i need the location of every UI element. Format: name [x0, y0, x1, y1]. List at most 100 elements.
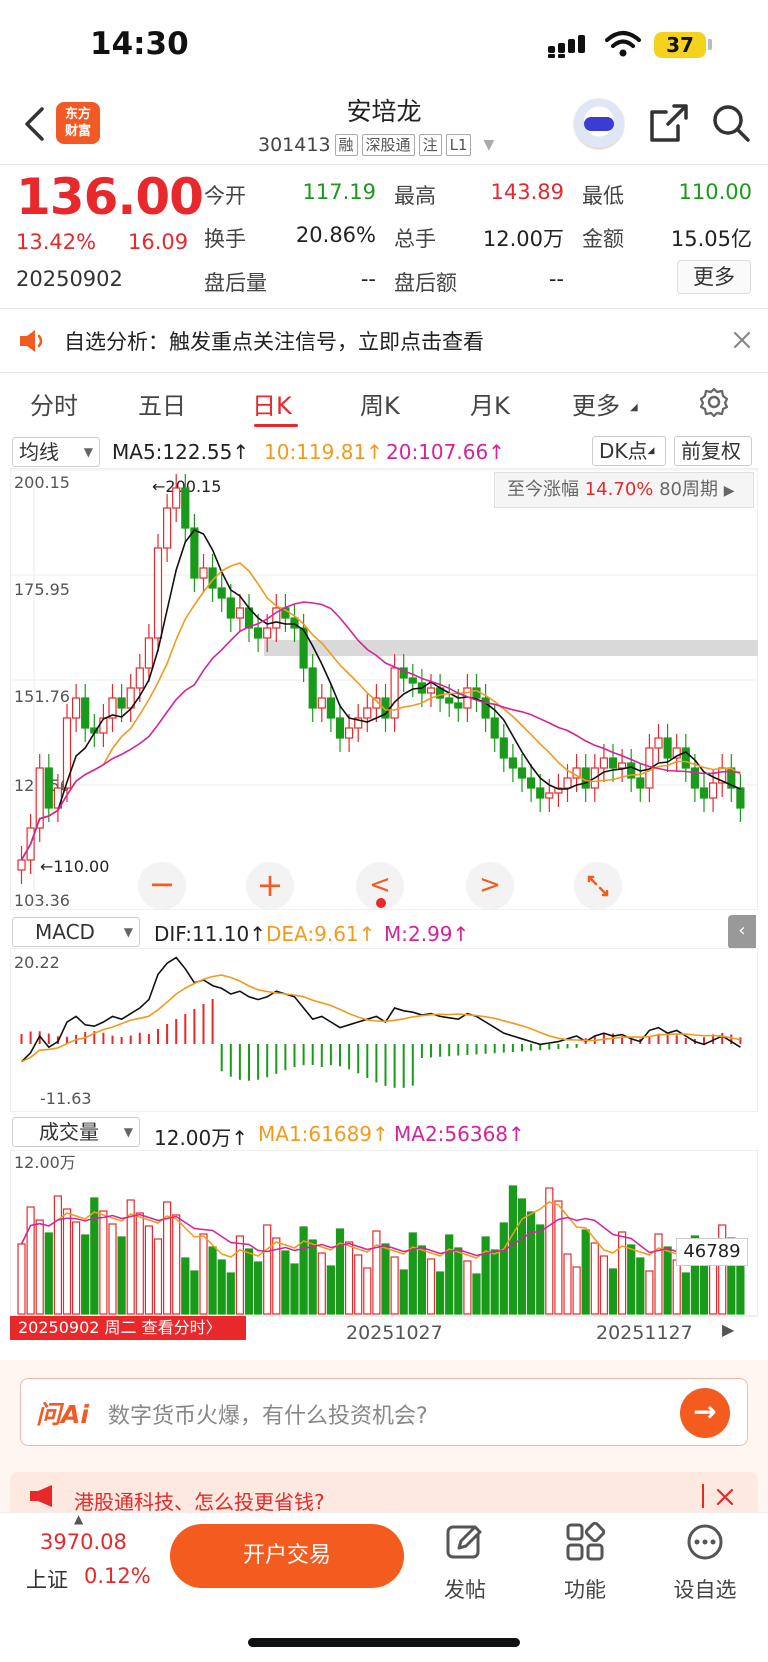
volume-bar: [363, 1267, 372, 1315]
candle-body: [445, 697, 454, 704]
stock-code-row[interactable]: 301413 融 深股通 注 L1 ▼: [258, 134, 494, 156]
macd-y-top: 20.22: [14, 953, 60, 972]
search-icon[interactable]: [710, 102, 752, 144]
volume-bar: [26, 1206, 35, 1315]
expand-icon: [587, 875, 609, 897]
volume-chart[interactable]: 12.00万: [10, 1150, 758, 1318]
volume-bar: [90, 1197, 99, 1315]
grid-icon: [566, 1521, 606, 1561]
date-tag[interactable]: 20250902 周二 查看分时〉: [10, 1316, 246, 1340]
candle-body: [472, 687, 481, 699]
promo-separator: [702, 1484, 704, 1508]
dk-point-button[interactable]: DK点◢: [592, 436, 666, 466]
volume-bar: [463, 1260, 472, 1315]
adjust-button[interactable]: 前复权: [674, 436, 752, 466]
range-gain-box[interactable]: 至今涨幅 14.70% 80周期 ▶: [494, 472, 754, 508]
volume-bar: [590, 1242, 599, 1315]
volume-bar: [381, 1243, 390, 1315]
tab-more[interactable]: 更多: [572, 386, 620, 421]
more-quote-button[interactable]: 更多: [677, 260, 751, 294]
battery-tip: [708, 39, 712, 50]
post-button[interactable]: 发帖: [420, 1522, 510, 1604]
ma20-value: 20:107.66↑: [386, 440, 505, 464]
close-icon[interactable]: [716, 1488, 734, 1506]
volume-select[interactable]: 成交量 ▼: [12, 1117, 140, 1147]
volume-bar: [62, 1208, 72, 1315]
indicator-select[interactable]: 均线 ▼: [12, 437, 100, 467]
volume-bar: [190, 1270, 199, 1315]
gear-icon[interactable]: [698, 386, 730, 418]
volume-bar: [536, 1224, 545, 1315]
candle-body: [454, 702, 463, 709]
amount-label: 金额: [582, 227, 624, 251]
add-watchlist-button[interactable]: 设自选: [660, 1522, 750, 1604]
tag-margin: 融: [334, 134, 358, 156]
move-right-button[interactable]: >: [466, 862, 514, 910]
tag-registration: 注: [418, 134, 442, 156]
volume-bar: [636, 1257, 645, 1315]
volume-bar: [217, 1259, 226, 1315]
date-tag-label: 20250902 周二 查看分时: [18, 1318, 206, 1337]
volume-bar: [581, 1229, 590, 1315]
candle-body: [308, 667, 317, 709]
tab-daily-k[interactable]: 日K: [252, 386, 292, 421]
candle-body: [199, 567, 208, 579]
tab-weekly-k[interactable]: 周K: [360, 386, 400, 421]
notice-divider: [0, 372, 768, 373]
macd-y-bottom: -11.63: [40, 1089, 92, 1108]
assistant-avatar[interactable]: [573, 98, 625, 150]
volume-bar: [408, 1232, 417, 1315]
low-value: 110.00: [678, 180, 752, 204]
volume-bar: [481, 1236, 490, 1315]
tab-monthly-k[interactable]: 月K: [470, 386, 510, 421]
trade-button[interactable]: 开户交易: [170, 1524, 404, 1588]
share-icon[interactable]: [648, 102, 690, 144]
change-percent: 13.42%: [16, 230, 97, 254]
low-label: 最低: [582, 184, 624, 208]
kline-chart[interactable]: 200.15175.95151.76127.56103.36←200.15←11…: [10, 468, 758, 910]
volume-bar: [490, 1249, 499, 1315]
volume-bar: [117, 1236, 126, 1315]
fullscreen-button[interactable]: [574, 862, 622, 910]
collapse-panel-button[interactable]: ‹: [728, 915, 756, 949]
volume-bar: [71, 1221, 81, 1315]
macd-dif: DIF:11.10↑: [154, 922, 267, 946]
zoom-in-button[interactable]: +: [246, 862, 294, 910]
volume-bar: [308, 1239, 317, 1315]
candle-body: [163, 507, 172, 549]
edit-icon: [446, 1525, 482, 1559]
chevron-right-icon: 〉: [205, 1318, 222, 1337]
x-label-1: 20251027: [346, 1322, 443, 1344]
signal-icon: [548, 35, 585, 58]
candle-body: [508, 757, 517, 769]
zoom-out-button[interactable]: −: [138, 862, 186, 910]
index-value[interactable]: 3970.08: [40, 1530, 127, 1554]
scroll-right-icon[interactable]: ▶: [722, 1320, 734, 1339]
volume-bar: [345, 1241, 354, 1315]
kline-y-label: 175.95: [14, 580, 70, 599]
features-button[interactable]: 功能: [540, 1521, 630, 1604]
post-label: 发帖: [444, 1578, 486, 1602]
add-watchlist-label: 设自选: [673, 1578, 737, 1602]
volume-bar: [508, 1185, 517, 1315]
candle-body: [44, 767, 53, 809]
tab-five-day[interactable]: 五日: [138, 386, 186, 421]
notice-text[interactable]: 自选分析：触发重点关注信号，立即点击查看: [64, 326, 484, 356]
macd-select[interactable]: MACD ▼: [12, 917, 140, 947]
megaphone-icon: [30, 1485, 52, 1507]
ai-placeholder[interactable]: 数字货币火爆，有什么投资机会?: [108, 1398, 428, 1430]
volume-bar: [81, 1234, 90, 1315]
ai-submit-button[interactable]: →: [680, 1388, 730, 1438]
candle-body: [153, 547, 163, 639]
promo-text[interactable]: 港股通科技、怎么投更省钱?: [74, 1486, 325, 1515]
close-icon[interactable]: [732, 330, 752, 350]
tag-level: L1: [445, 134, 472, 156]
candle-body: [608, 757, 618, 769]
high-label: 最高: [394, 184, 436, 208]
turnover-value: 20.86%: [295, 223, 376, 247]
volume-bar: [144, 1225, 153, 1315]
volume-bar: [472, 1273, 481, 1315]
tab-intraday[interactable]: 分时: [30, 386, 78, 421]
candle-body: [654, 737, 663, 749]
macd-chart[interactable]: 20.22 -11.63: [10, 948, 758, 1112]
